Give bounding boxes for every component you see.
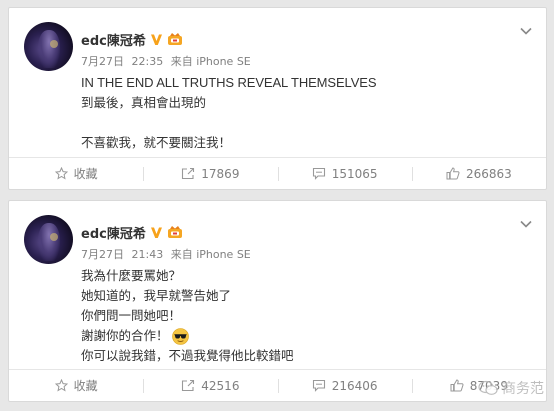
member-crown-icon[interactable] (167, 32, 183, 46)
comment-button[interactable]: 151065 (277, 158, 412, 189)
post-actions: 收藏 42516 216406 87039 (9, 369, 546, 401)
star-icon (54, 379, 68, 392)
chevron-down-icon[interactable] (520, 220, 532, 228)
post-time[interactable]: 21:43 (132, 248, 164, 261)
post-text-line: 不喜歡我，就不要關注我！ (81, 135, 232, 150)
post-actions: 收藏 17869 151065 266863 (9, 157, 546, 189)
post-time[interactable]: 22:35 (132, 55, 164, 68)
user-avatar[interactable] (24, 22, 73, 71)
sunglasses-emoji-icon (171, 327, 189, 345)
post-text: 謝謝你的合作！ (81, 328, 169, 343)
thumbs-up-icon (446, 167, 460, 180)
wechat-icon (478, 380, 498, 395)
star-icon (54, 167, 68, 180)
post-content: 我為什麼要罵她？ 她知道的，我早就警告她了 你們問一問她吧！ 謝謝你的合作！ 你… (81, 266, 294, 366)
post-source: 来自 iPhone SE (170, 248, 251, 261)
post-meta: 7月27日 21:43 来自 iPhone SE (81, 246, 251, 262)
repost-count: 42516 (201, 378, 240, 393)
post-text-line-with-emoji: 謝謝你的合作！ (81, 326, 294, 346)
repost-icon (182, 167, 195, 180)
post-text-line: IN THE END ALL TRUTHS REVEAL THEMSELVES (81, 75, 377, 90)
username-link[interactable]: edc陳冠希 (81, 223, 146, 242)
repost-button[interactable]: 17869 (143, 158, 277, 189)
username-link[interactable]: edc陳冠希 (81, 30, 146, 49)
like-count: 266863 (465, 166, 512, 181)
favorite-label: 收藏 (73, 167, 98, 181)
watermark-text: 商务范 (502, 381, 544, 397)
weibo-post-2: edc陳冠希 7月27日 21:43 来自 iPhone SE 我為什麼要罵她？… (8, 200, 547, 402)
repost-count: 17869 (201, 166, 240, 181)
comment-count: 151065 (331, 166, 378, 181)
verified-v-icon[interactable] (150, 33, 163, 46)
repost-button[interactable]: 42516 (143, 370, 277, 401)
comment-icon (312, 379, 325, 392)
user-avatar[interactable] (24, 215, 73, 264)
favorite-button[interactable]: 收藏 (9, 370, 143, 401)
post-text-line: 我為什麼要罵她？ (81, 268, 182, 283)
thumbs-up-icon (450, 379, 464, 392)
comment-count: 216406 (331, 378, 378, 393)
post-text-line: 你可以說我錯，不過我覺得他比較錯吧 (81, 348, 294, 363)
favorite-button[interactable]: 收藏 (9, 158, 143, 189)
like-button[interactable]: 266863 (411, 158, 546, 189)
repost-icon (182, 379, 195, 392)
comment-button[interactable]: 216406 (277, 370, 412, 401)
chevron-down-icon[interactable] (520, 27, 532, 35)
post-text-line: 你們問一問她吧！ (81, 308, 182, 323)
member-crown-icon[interactable] (167, 225, 183, 239)
post-content: IN THE END ALL TRUTHS REVEAL THEMSELVES … (81, 73, 377, 153)
comment-icon (312, 167, 325, 180)
post-header: edc陳冠希 (81, 30, 183, 49)
watermark: 商务范 (478, 378, 544, 398)
post-date[interactable]: 7月27日 (81, 248, 124, 261)
favorite-label: 收藏 (73, 379, 98, 393)
post-date[interactable]: 7月27日 (81, 55, 124, 68)
post-text-line: 到最後，真相會出現的 (81, 95, 207, 110)
post-source: 来自 iPhone SE (170, 55, 251, 68)
post-text-line (81, 113, 376, 129)
weibo-post-1: edc陳冠希 7月27日 22:35 来自 iPhone SE IN THE E… (8, 7, 547, 190)
post-text-line: 她知道的，我早就警告她了 (81, 288, 232, 303)
post-meta: 7月27日 22:35 来自 iPhone SE (81, 53, 251, 69)
post-header: edc陳冠希 (81, 223, 183, 242)
verified-v-icon[interactable] (150, 226, 163, 239)
